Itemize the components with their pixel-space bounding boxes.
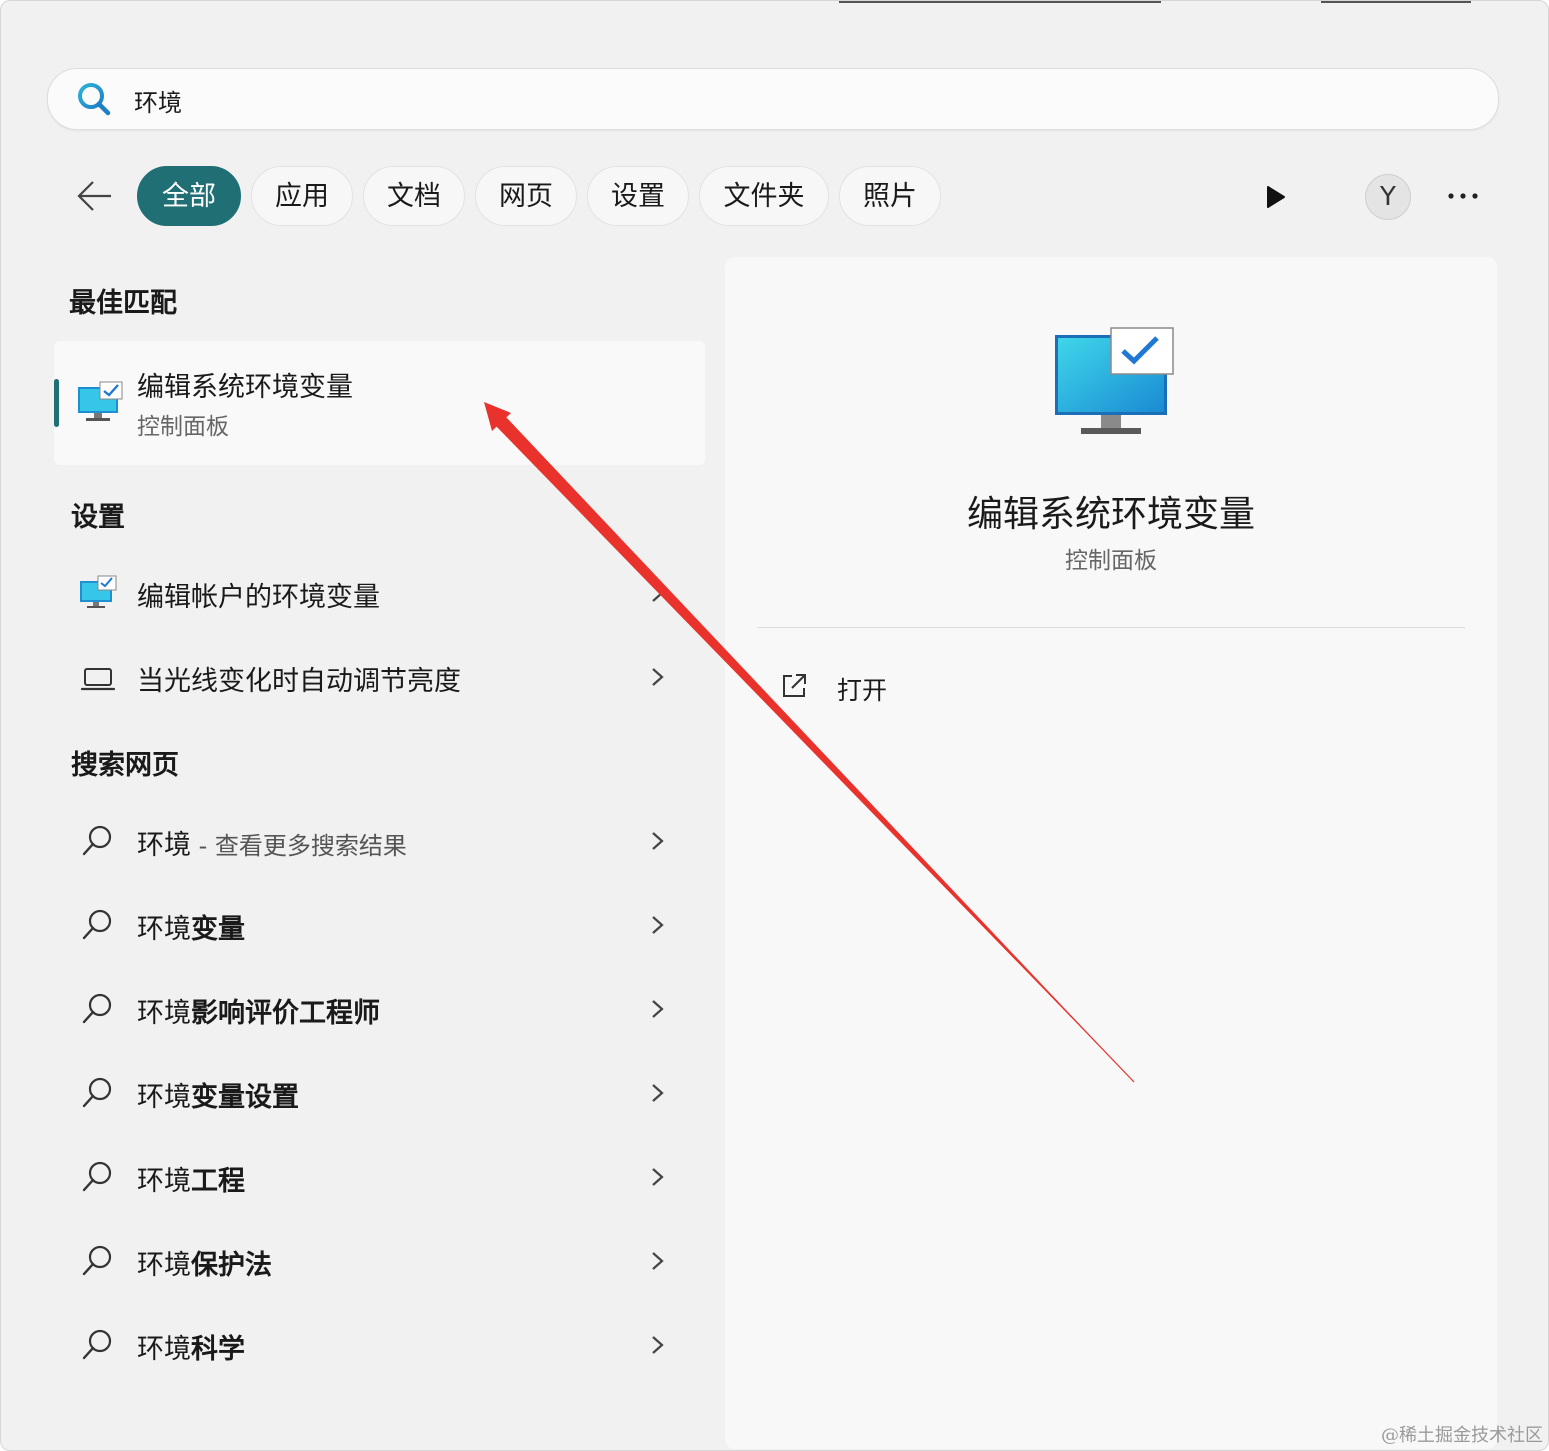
search-icon [82, 825, 112, 856]
search-icon [82, 909, 112, 940]
list-item-web-suggestion[interactable]: 环境保护法 [61, 1231, 691, 1291]
tab-apps[interactable]: 应用 [251, 166, 353, 226]
list-item-label: 环境影响评价工程师 [137, 998, 380, 1029]
chevron-right-icon [652, 916, 664, 934]
chevron-right-icon [652, 584, 664, 602]
top-edge-highlight [839, 1, 1161, 3]
list-item-label: 环境 - 查看更多搜索结果 [137, 830, 407, 861]
chevron-right-icon [652, 1336, 664, 1354]
chevron-right-icon [652, 668, 664, 686]
avatar[interactable]: Y [1365, 174, 1411, 220]
chevron-right-icon [652, 1252, 664, 1270]
web-search-heading: 搜索网页 [71, 750, 179, 781]
best-match-subtitle: 控制面板 [137, 414, 229, 440]
list-item-web-suggestion[interactable]: 环境科学 [61, 1315, 691, 1375]
best-match-title: 编辑系统环境变量 [137, 372, 353, 403]
chevron-right-icon [652, 832, 664, 850]
search-input[interactable] [132, 79, 1436, 121]
list-item-web-suggestion[interactable]: 环境变量 [61, 895, 691, 955]
tab-documents[interactable]: 文档 [363, 166, 465, 226]
list-item-web-suggestion[interactable]: 环境影响评价工程师 [61, 979, 691, 1039]
tab-photos[interactable]: 照片 [839, 166, 941, 226]
list-item-label: 环境工程 [137, 1166, 245, 1197]
best-match-heading: 最佳匹配 [69, 288, 177, 319]
list-item-label: 环境变量 [137, 914, 245, 945]
tab-settings[interactable]: 设置 [587, 166, 689, 226]
search-icon [82, 1245, 112, 1276]
open-label: 打开 [837, 676, 888, 705]
monitor-check-icon [80, 575, 117, 608]
list-item-label: 当光线变化时自动调节亮度 [137, 666, 461, 697]
search-icon [82, 993, 112, 1024]
more-options-icon[interactable] [1441, 181, 1485, 211]
search-icon [78, 83, 111, 116]
laptop-icon [80, 668, 116, 691]
list-item-label: 环境保护法 [137, 1250, 272, 1281]
divider [757, 627, 1465, 628]
open-external-icon [783, 674, 806, 697]
search-icon [82, 1329, 112, 1360]
list-item-web-suggestion[interactable]: 环境工程 [61, 1147, 691, 1207]
open-button[interactable]: 打开 [775, 661, 1075, 711]
list-item-web-more-results[interactable]: 环境 - 查看更多搜索结果 [61, 811, 691, 871]
chevron-right-icon [652, 1084, 664, 1102]
settings-heading: 设置 [71, 502, 125, 533]
list-item-settings-account-env[interactable]: 编辑帐户的环境变量 [61, 563, 691, 623]
system-properties-icon [78, 381, 123, 421]
best-match-result[interactable]: 编辑系统环境变量 控制面板 [54, 341, 705, 465]
watermark: @稀土掘金技术社区 [1381, 1425, 1543, 1446]
list-item-settings-brightness[interactable]: 当光线变化时自动调节亮度 [61, 647, 691, 707]
selection-indicator [54, 379, 59, 427]
detail-panel: 编辑系统环境变量 控制面板 打开 [725, 257, 1497, 1449]
search-box[interactable] [47, 68, 1499, 130]
detail-subtitle: 控制面板 [1065, 548, 1157, 574]
play-icon[interactable] [1259, 181, 1291, 213]
search-window: 全部 应用 文档 网页 设置 文件夹 照片 Y 最佳匹配 编辑系统环境变量 控制… [0, 0, 1549, 1451]
top-edge-highlight [1321, 1, 1471, 3]
tab-web[interactable]: 网页 [475, 166, 577, 226]
list-item-web-suggestion[interactable]: 环境变量设置 [61, 1063, 691, 1123]
tab-all[interactable]: 全部 [137, 166, 241, 226]
list-item-label: 环境科学 [137, 1334, 245, 1365]
chevron-right-icon [652, 1000, 664, 1018]
list-item-label: 编辑帐户的环境变量 [137, 582, 380, 613]
tab-folders[interactable]: 文件夹 [699, 166, 829, 226]
search-icon [82, 1161, 112, 1192]
detail-title: 编辑系统环境变量 [966, 494, 1255, 535]
back-arrow-icon[interactable] [71, 173, 117, 219]
list-item-label: 环境变量设置 [137, 1082, 299, 1113]
chevron-right-icon [652, 1168, 664, 1186]
system-properties-icon [1055, 327, 1174, 434]
search-icon [82, 1077, 112, 1108]
